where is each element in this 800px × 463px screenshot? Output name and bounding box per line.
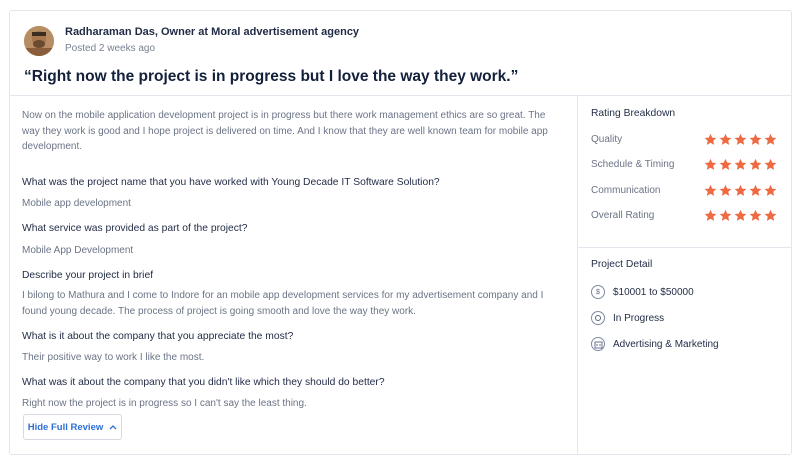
project-detail-industry: Advertising & Marketing xyxy=(591,337,719,351)
project-detail-budget: $ $10001 to $50000 xyxy=(591,285,694,299)
rating-label-communication: Communication xyxy=(591,185,661,196)
answer-appreciate: Their positive way to work I like the mo… xyxy=(22,352,205,363)
answer-project-name: Mobile app development xyxy=(22,198,131,209)
dollar-icon: $ xyxy=(591,285,605,299)
review-description: Now on the mobile application developmen… xyxy=(22,110,548,153)
question-service: What service was provided as part of the… xyxy=(22,223,248,234)
project-budget-text: $10001 to $50000 xyxy=(613,286,694,298)
rating-stars-quality xyxy=(704,133,777,146)
answer-describe: I bilong to Mathura and I come to Indore… xyxy=(22,290,544,317)
star-icon xyxy=(764,184,777,196)
rating-stars-communication xyxy=(704,184,777,197)
hide-full-review-label: Hide Full Review xyxy=(27,421,104,433)
star-icon xyxy=(764,133,777,145)
star-icon xyxy=(734,209,747,221)
project-detail-status: In Progress xyxy=(591,311,664,325)
review-headline: “Right now the project is in progress bu… xyxy=(24,68,519,85)
rating-breakdown-title: Rating Breakdown xyxy=(591,108,676,119)
hide-full-review-button[interactable]: Hide Full Review xyxy=(23,414,122,440)
question-improve: What was it about the company that you d… xyxy=(22,377,385,388)
divider xyxy=(578,247,792,248)
building-icon xyxy=(591,337,605,351)
rating-label-quality: Quality xyxy=(591,134,623,145)
review-header: Radharaman Das, Owner at Moral advertise… xyxy=(10,11,791,95)
rating-stars-overall xyxy=(704,209,777,222)
posted-date: Posted 2 weeks ago xyxy=(65,43,156,54)
question-project-name: What was the project name that you have … xyxy=(22,177,440,188)
star-icon xyxy=(734,133,747,145)
chevron-up-icon xyxy=(109,423,117,432)
star-icon xyxy=(719,184,732,196)
project-industry-text: Advertising & Marketing xyxy=(613,338,719,350)
star-icon xyxy=(749,158,762,170)
question-describe: Describe your project in brief xyxy=(22,270,154,281)
star-icon xyxy=(749,133,762,145)
star-icon xyxy=(704,158,717,170)
answer-improve: Right now the project is in progress so … xyxy=(22,398,307,409)
star-icon xyxy=(719,158,732,170)
project-detail-title: Project Detail xyxy=(591,259,653,270)
reviewer-name: Radharaman Das, Owner at Moral advertise… xyxy=(65,26,360,38)
rating-stars-schedule xyxy=(704,158,777,171)
star-icon xyxy=(719,209,732,221)
star-icon xyxy=(734,184,747,196)
rating-label-schedule: Schedule & Timing xyxy=(591,159,675,170)
star-icon xyxy=(719,133,732,145)
rating-panel: Rating Breakdown Quality Schedule & Timi… xyxy=(578,96,792,455)
answer-service: Mobile App Development xyxy=(22,245,134,256)
star-icon xyxy=(734,158,747,170)
star-icon xyxy=(704,133,717,145)
avatar xyxy=(24,26,54,56)
star-icon xyxy=(764,209,777,221)
review-body: Now on the mobile application developmen… xyxy=(22,108,562,409)
star-icon xyxy=(749,184,762,196)
star-icon xyxy=(764,158,777,170)
progress-icon xyxy=(591,311,605,325)
star-icon xyxy=(749,209,762,221)
star-icon xyxy=(704,184,717,196)
star-icon xyxy=(704,209,717,221)
review-card: Radharaman Das, Owner at Moral advertise… xyxy=(9,10,792,455)
question-appreciate: What is it about the company that you ap… xyxy=(22,331,294,342)
project-status-text: In Progress xyxy=(613,312,665,324)
rating-label-overall: Overall Rating xyxy=(591,210,655,221)
